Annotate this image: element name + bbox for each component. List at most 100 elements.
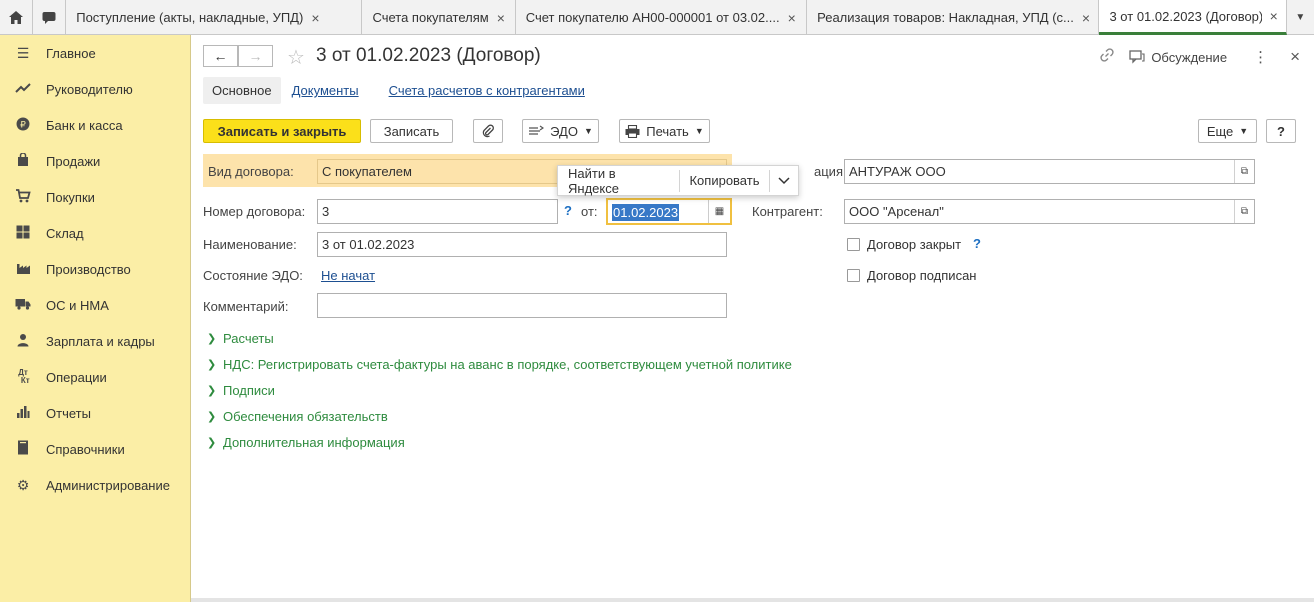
home-icon[interactable] — [0, 0, 34, 35]
tab-customer-invoices[interactable]: Счета покупателям × — [362, 0, 516, 35]
subtab-documents[interactable]: Документы — [283, 77, 368, 104]
contract-signed-checkbox[interactable] — [847, 269, 860, 282]
contract-type-label: Вид договора: — [208, 164, 294, 179]
tab-label: Счета покупателям — [372, 10, 489, 25]
open-icon[interactable]: ⧉ — [1234, 200, 1254, 223]
chat-panel-icon[interactable] — [33, 0, 67, 35]
find-in-yandex-item[interactable]: Найти в Яндексе — [558, 165, 679, 196]
sidebar-item-admin[interactable]: ⚙ Администрирование — [0, 467, 190, 503]
save-button[interactable]: Записать — [370, 119, 453, 143]
contract-date-field[interactable]: 01.02.2023 ▦ — [606, 198, 732, 225]
group-additional-info[interactable]: ❯ Дополнительная информация — [207, 429, 792, 455]
close-icon[interactable]: × — [311, 10, 319, 26]
contract-number-help[interactable]: ? — [564, 203, 572, 218]
group-settlements[interactable]: ❯ Расчеты — [207, 325, 792, 351]
back-button[interactable]: ← — [203, 45, 238, 67]
factory-icon — [12, 261, 34, 278]
sidebar-item-label: Главное — [46, 45, 96, 61]
organization-field[interactable]: АНТУРАЖ ООО ⧉ — [844, 159, 1255, 184]
tab-contract[interactable]: 3 от 01.02.2023 (Договор) × — [1099, 0, 1287, 35]
edo-state-link[interactable]: Не начат — [321, 268, 375, 283]
sidebar-item-label: Справочники — [46, 441, 125, 457]
tab-receipts[interactable]: Поступление (акты, накладные, УПД) × — [66, 0, 363, 35]
main-content: ← → ☆ 3 от 01.02.2023 (Договор) Обсужден… — [191, 35, 1314, 602]
group-label: Расчеты — [223, 330, 274, 346]
group-label: Обеспечения обязательств — [223, 408, 388, 424]
attach-button[interactable] — [473, 119, 503, 143]
contract-number-field[interactable]: 3 — [317, 199, 558, 224]
name-field[interactable]: 3 от 01.02.2023 — [317, 232, 727, 257]
group-signatures[interactable]: ❯ Подписи — [207, 377, 792, 403]
form-subtabs: Основное Документы Счета расчетов с конт… — [203, 77, 604, 104]
subtab-accounts[interactable]: Счета расчетов с контрагентами — [380, 77, 594, 104]
truck-icon — [12, 297, 34, 313]
header-actions: Обсуждение ⋮ × — [1099, 47, 1300, 67]
sidebar-item-label: Производство — [46, 261, 131, 277]
close-icon[interactable]: × — [1082, 10, 1090, 26]
sidebar: ☰ Главное Руководителю ₽ Банк и касса Пр… — [0, 35, 191, 602]
contract-closed-help[interactable]: ? — [973, 236, 981, 251]
tab-goods-sale[interactable]: Реализация товаров: Накладная, УПД (с...… — [807, 0, 1100, 35]
chevron-down-icon[interactable] — [770, 176, 798, 185]
sidebar-item-label: Операции — [46, 369, 107, 385]
contract-closed-label: Договор закрыт — [867, 237, 962, 252]
more-vertical-icon[interactable]: ⋮ — [1253, 48, 1268, 66]
close-icon[interactable]: × — [497, 10, 505, 26]
selection-context-menu: Найти в Яндексе Копировать — [557, 165, 799, 196]
close-icon[interactable]: × — [788, 10, 796, 26]
subtab-main[interactable]: Основное — [203, 77, 281, 104]
sidebar-item-sales[interactable]: Продажи — [0, 143, 190, 179]
more-label: Еще — [1206, 123, 1234, 139]
tab-label: Поступление (акты, накладные, УПД) — [76, 10, 304, 25]
link-icon[interactable] — [1099, 47, 1115, 67]
chevron-right-icon: ❯ — [207, 332, 217, 345]
sidebar-item-label: Банк и касса — [46, 117, 123, 133]
gear-icon: ⚙ — [16, 476, 30, 493]
tabs-dropdown-icon[interactable]: ▼ — [1287, 0, 1314, 34]
edo-menu-button[interactable]: ЭДО ▼ — [522, 119, 599, 143]
group-label: Подписи — [223, 382, 275, 398]
counterparty-field[interactable]: ООО "Арсенал" ⧉ — [844, 199, 1255, 224]
sidebar-item-assets[interactable]: ОС и НМА — [0, 287, 190, 323]
save-and-close-button[interactable]: Записать и закрыть — [203, 119, 361, 143]
more-menu-button[interactable]: Еще ▼ — [1198, 119, 1257, 143]
sidebar-item-warehouse[interactable]: Склад — [0, 215, 190, 251]
group-guarantees[interactable]: ❯ Обеспечения обязательств — [207, 403, 792, 429]
calendar-icon[interactable]: ▦ — [708, 200, 730, 223]
sidebar-item-label: Продажи — [46, 153, 101, 169]
sidebar-item-reports[interactable]: Отчеты — [0, 395, 190, 431]
forward-button[interactable]: → — [238, 45, 273, 67]
favorite-star-icon[interactable]: ☆ — [287, 45, 305, 70]
counterparty-label: Контрагент: — [752, 204, 823, 219]
help-button[interactable]: ? — [1266, 119, 1296, 143]
close-icon[interactable]: × — [1270, 8, 1278, 24]
discussion-button[interactable]: Обсуждение — [1129, 50, 1227, 65]
open-icon[interactable]: ⧉ — [1234, 160, 1254, 183]
sidebar-item-purchases[interactable]: Покупки — [0, 179, 190, 215]
collapsible-groups: ❯ Расчеты ❯ НДС: Регистрировать счета-фа… — [207, 325, 792, 455]
tab-label: 3 от 01.02.2023 (Договор) — [1109, 8, 1262, 24]
sidebar-item-main[interactable]: ☰ Главное — [0, 35, 190, 71]
contract-closed-checkbox[interactable] — [847, 238, 860, 251]
book-icon — [12, 440, 34, 458]
comment-field[interactable] — [317, 293, 727, 318]
sidebar-item-production[interactable]: Производство — [0, 251, 190, 287]
group-vat[interactable]: ❯ НДС: Регистрировать счета-фактуры на а… — [207, 351, 792, 377]
sidebar-item-manager[interactable]: Руководителю — [0, 71, 190, 107]
contract-number-label: Номер договора: — [203, 204, 306, 219]
name-label: Наименование: — [203, 237, 297, 252]
sidebar-item-label: Руководителю — [46, 81, 133, 97]
sidebar-item-bank[interactable]: ₽ Банк и касса — [0, 107, 190, 143]
close-icon[interactable]: × — [1290, 47, 1300, 67]
sidebar-item-catalogs[interactable]: Справочники — [0, 431, 190, 467]
sidebar-item-salary[interactable]: Зарплата и кадры — [0, 323, 190, 359]
top-tab-bar: Поступление (акты, накладные, УПД) × Сче… — [0, 0, 1314, 35]
tab-customer-invoice-doc[interactable]: Счет покупателю АН00-000001 от 03.02....… — [516, 0, 808, 35]
svg-text:₽: ₽ — [20, 120, 26, 130]
caret-down-icon: ▼ — [583, 126, 593, 136]
contract-number-value: 3 — [322, 204, 330, 219]
sidebar-item-operations[interactable]: Дт Кт Операции — [0, 359, 190, 395]
print-menu-button[interactable]: Печать ▼ — [619, 119, 710, 143]
copy-item[interactable]: Копировать — [679, 165, 769, 196]
print-label: Печать — [646, 123, 689, 139]
